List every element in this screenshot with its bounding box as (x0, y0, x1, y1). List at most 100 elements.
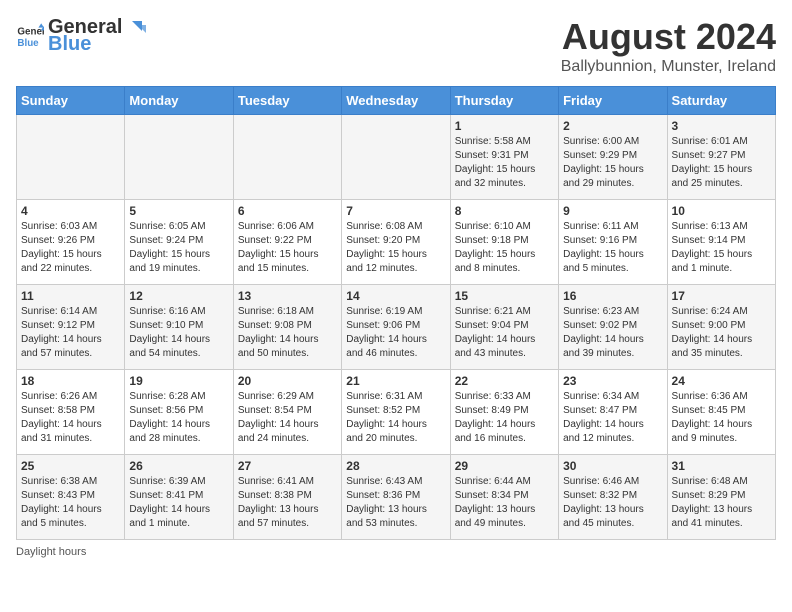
day-number: 23 (563, 374, 662, 388)
calendar-cell: 29 Sunrise: 6:44 AMSunset: 8:34 PMDayligh… (450, 455, 558, 540)
calendar-cell: 24 Sunrise: 6:36 AMSunset: 8:45 PMDayligh… (667, 370, 775, 455)
day-info: Sunrise: 6:19 AMSunset: 9:06 PMDaylight:… (346, 305, 445, 361)
svg-text:Blue: Blue (17, 38, 39, 49)
day-info: Sunrise: 5:58 AMSunset: 9:31 PMDaylight:… (455, 135, 554, 191)
day-info: Sunrise: 6:18 AMSunset: 9:08 PMDaylight:… (238, 305, 337, 361)
day-number: 3 (672, 119, 771, 133)
page-title: August 2024 (561, 16, 776, 58)
calendar-week-row: 18 Sunrise: 6:26 AMSunset: 8:58 PMDayligh… (17, 370, 776, 455)
calendar-cell: 20Sunrise: 6:29 AMSunset: 8:54 PMDayligh… (233, 370, 341, 455)
day-number: 30 (563, 459, 662, 473)
day-info: Sunrise: 6:38 AMSunset: 8:43 PMDaylight:… (21, 475, 120, 531)
day-info: Sunrise: 6:26 AMSunset: 8:58 PMDaylight:… (21, 390, 120, 446)
day-info: Sunrise: 6:23 AMSunset: 9:02 PMDaylight:… (563, 305, 662, 361)
calendar-cell: 10Sunrise: 6:13 AMSunset: 9:14 PMDayligh… (667, 200, 775, 285)
day-info: Sunrise: 6:24 AMSunset: 9:00 PMDaylight:… (672, 305, 771, 361)
calendar-cell: 30Sunrise: 6:46 AMSunset: 8:32 PMDayligh… (559, 455, 667, 540)
day-number: 27 (238, 459, 337, 473)
day-number: 18 (21, 374, 120, 388)
day-number: 26 (129, 459, 228, 473)
calendar-cell (342, 115, 450, 200)
day-info: Sunrise: 6:48 AMSunset: 8:29 PMDaylight:… (672, 475, 771, 531)
calendar-cell: 14Sunrise: 6:19 AMSunset: 9:06 PMDayligh… (342, 285, 450, 370)
day-info: Sunrise: 6:41 AMSunset: 8:38 PMDaylight:… (238, 475, 337, 531)
logo-wordmark: General Blue (48, 16, 148, 56)
day-number: 11 (21, 289, 120, 303)
calendar-cell: 7Sunrise: 6:08 AMSunset: 9:20 PMDaylight… (342, 200, 450, 285)
column-header-friday: Friday (559, 87, 667, 115)
day-info: Sunrise: 6:39 AMSunset: 8:41 PMDaylight:… (129, 475, 228, 531)
day-number: 9 (563, 204, 662, 218)
calendar-cell: 19Sunrise: 6:28 AMSunset: 8:56 PMDayligh… (125, 370, 233, 455)
day-info: Sunrise: 6:21 AMSunset: 9:04 PMDaylight:… (455, 305, 554, 361)
calendar-cell: 12 Sunrise: 6:16 AMSunset: 9:10 PMDayligh… (125, 285, 233, 370)
calendar-cell: 25Sunrise: 6:38 AMSunset: 8:43 PMDayligh… (17, 455, 125, 540)
calendar-cell (233, 115, 341, 200)
day-info: Sunrise: 6:00 AMSunset: 9:29 PMDaylight:… (563, 135, 662, 191)
day-info: Sunrise: 6:36 AMSunset: 8:45 PMDaylight:… (672, 390, 771, 446)
calendar-cell: 5Sunrise: 6:05 AMSunset: 9:24 PMDaylight… (125, 200, 233, 285)
day-info: Sunrise: 6:43 AMSunset: 8:36 PMDaylight:… (346, 475, 445, 531)
day-info: Sunrise: 6:33 AMSunset: 8:49 PMDaylight:… (455, 390, 554, 446)
column-header-wednesday: Wednesday (342, 87, 450, 115)
calendar-cell (17, 115, 125, 200)
day-number: 29 (455, 459, 554, 473)
calendar-cell: 21Sunrise: 6:31 AMSunset: 8:52 PMDayligh… (342, 370, 450, 455)
calendar-week-row: 11 Sunrise: 6:14 AMSunset: 9:12 PMDayligh… (17, 285, 776, 370)
calendar-cell: 26 Sunrise: 6:39 AMSunset: 8:41 PMDayligh… (125, 455, 233, 540)
column-header-sunday: Sunday (17, 87, 125, 115)
day-number: 6 (238, 204, 337, 218)
day-number: 13 (238, 289, 337, 303)
column-header-thursday: Thursday (450, 87, 558, 115)
day-info: Sunrise: 6:31 AMSunset: 8:52 PMDaylight:… (346, 390, 445, 446)
day-number: 4 (21, 204, 120, 218)
calendar-cell: 8 Sunrise: 6:10 AMSunset: 9:18 PMDaylight… (450, 200, 558, 285)
calendar-cell: 1 Sunrise: 5:58 AMSunset: 9:31 PMDaylight… (450, 115, 558, 200)
calendar-cell: 11 Sunrise: 6:14 AMSunset: 9:12 PMDayligh… (17, 285, 125, 370)
day-info: Sunrise: 6:05 AMSunset: 9:24 PMDaylight:… (129, 220, 228, 276)
day-info: Sunrise: 6:10 AMSunset: 9:18 PMDaylight:… (455, 220, 554, 276)
title-area: August 2024 Ballybunnion, Munster, Irela… (561, 16, 776, 76)
column-header-saturday: Saturday (667, 87, 775, 115)
day-info: Sunrise: 6:14 AMSunset: 9:12 PMDaylight:… (21, 305, 120, 361)
day-number: 10 (672, 204, 771, 218)
day-info: Sunrise: 6:44 AMSunset: 8:34 PMDaylight:… (455, 475, 554, 531)
day-number: 7 (346, 204, 445, 218)
calendar-cell: 9 Sunrise: 6:11 AMSunset: 9:16 PMDaylight… (559, 200, 667, 285)
calendar-table: SundayMondayTuesdayWednesdayThursdayFrid… (16, 86, 776, 540)
footer-note: Daylight hours (16, 546, 776, 558)
day-number: 24 (672, 374, 771, 388)
calendar-cell: 3 Sunrise: 6:01 AMSunset: 9:27 PMDaylight… (667, 115, 775, 200)
calendar-cell: 13 Sunrise: 6:18 AMSunset: 9:08 PMDayligh… (233, 285, 341, 370)
day-number: 16 (563, 289, 662, 303)
calendar-cell: 22Sunrise: 6:33 AMSunset: 8:49 PMDayligh… (450, 370, 558, 455)
logo: General Blue General Blue (16, 16, 148, 56)
day-number: 17 (672, 289, 771, 303)
calendar-cell: 16 Sunrise: 6:23 AMSunset: 9:02 PMDayligh… (559, 285, 667, 370)
svg-text:General: General (17, 27, 44, 38)
calendar-week-row: 4 Sunrise: 6:03 AMSunset: 9:26 PMDaylight… (17, 200, 776, 285)
calendar-cell (125, 115, 233, 200)
day-number: 28 (346, 459, 445, 473)
day-number: 31 (672, 459, 771, 473)
calendar-cell: 4 Sunrise: 6:03 AMSunset: 9:26 PMDaylight… (17, 200, 125, 285)
calendar-cell: 15 Sunrise: 6:21 AMSunset: 9:04 PMDayligh… (450, 285, 558, 370)
day-info: Sunrise: 6:03 AMSunset: 9:26 PMDaylight:… (21, 220, 120, 276)
calendar-week-row: 1 Sunrise: 5:58 AMSunset: 9:31 PMDaylight… (17, 115, 776, 200)
day-info: Sunrise: 6:16 AMSunset: 9:10 PMDaylight:… (129, 305, 228, 361)
day-number: 12 (129, 289, 228, 303)
day-number: 1 (455, 119, 554, 133)
logo-icon: General Blue (16, 22, 44, 50)
calendar-cell: 2 Sunrise: 6:00 AMSunset: 9:29 PMDaylight… (559, 115, 667, 200)
calendar-header-row: SundayMondayTuesdayWednesdayThursdayFrid… (17, 87, 776, 115)
day-info: Sunrise: 6:11 AMSunset: 9:16 PMDaylight:… (563, 220, 662, 276)
day-number: 15 (455, 289, 554, 303)
day-number: 8 (455, 204, 554, 218)
column-header-tuesday: Tuesday (233, 87, 341, 115)
day-number: 2 (563, 119, 662, 133)
page-subtitle: Ballybunnion, Munster, Ireland (561, 58, 776, 76)
calendar-cell: 28 Sunrise: 6:43 AMSunset: 8:36 PMDayligh… (342, 455, 450, 540)
day-number: 20 (238, 374, 337, 388)
calendar-cell: 17 Sunrise: 6:24 AMSunset: 9:00 PMDayligh… (667, 285, 775, 370)
day-info: Sunrise: 6:01 AMSunset: 9:27 PMDaylight:… (672, 135, 771, 191)
